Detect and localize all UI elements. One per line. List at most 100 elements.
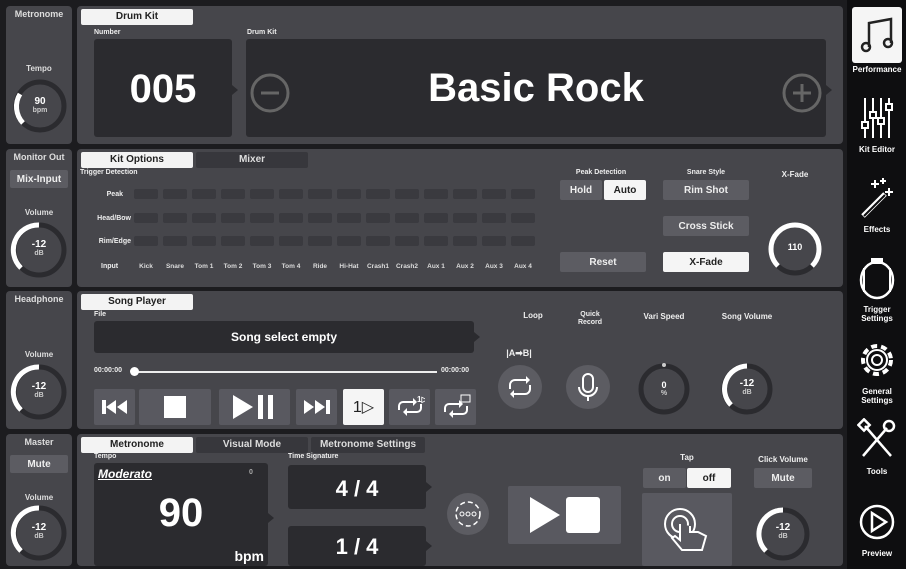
tab-metronome-settings[interactable]: Metronome Settings xyxy=(311,437,425,453)
play-stop-icon xyxy=(529,497,600,533)
sidebar-item-trigger-settings[interactable]: Trigger Settings xyxy=(848,256,906,323)
tab-visual-mode[interactable]: Visual Mode xyxy=(196,437,308,453)
rewind-button[interactable] xyxy=(94,389,135,425)
subdivision-value: 1 / 4 xyxy=(335,534,379,559)
row-label-head-bow: Head/Bow xyxy=(97,215,131,222)
trigger-indicator xyxy=(221,236,245,246)
trigger-indicator xyxy=(192,236,216,246)
play-pause-button[interactable] xyxy=(219,389,290,425)
headphone-volume-knob[interactable]: -12 dB xyxy=(8,361,70,423)
master-mute-button[interactable]: Mute xyxy=(10,455,68,473)
prev-kit-button[interactable] xyxy=(249,72,291,114)
trigger-indicator xyxy=(337,213,361,223)
input-label-item: Tom 1 xyxy=(194,263,214,270)
x-fade-knob[interactable]: 110 xyxy=(765,219,825,279)
rim-shot-button[interactable]: Rim Shot xyxy=(663,180,749,200)
trigger-indicator xyxy=(163,213,187,223)
magic-wand-icon xyxy=(861,178,893,218)
rhythm-pattern-icon xyxy=(447,493,489,535)
tempo-display[interactable]: Moderato 0 90 bpm xyxy=(94,463,268,566)
tap-on-button[interactable]: on xyxy=(643,468,686,488)
sidebar-item-general-settings[interactable]: General Settings xyxy=(848,338,906,405)
auto-button[interactable]: Auto xyxy=(604,180,646,200)
quick-record-button[interactable] xyxy=(564,363,612,411)
vari-speed-knob[interactable]: 0 % xyxy=(635,360,693,418)
cross-stick-button[interactable]: Cross Stick xyxy=(663,216,749,236)
volume-value: -12 xyxy=(31,381,47,392)
trigger-indicator xyxy=(424,189,448,199)
kit-name-display: Basic Rock xyxy=(246,39,826,137)
drum-icon xyxy=(859,258,895,300)
trigger-indicator xyxy=(395,189,419,199)
monitor-volume-knob[interactable]: -12 dB xyxy=(8,219,70,281)
stop-button[interactable] xyxy=(139,389,211,425)
hold-button[interactable]: Hold xyxy=(560,180,602,200)
kit-number-display[interactable]: 005 xyxy=(94,39,232,137)
repeat-one-button[interactable]: 1▷ xyxy=(389,389,430,425)
row-label-rim-edge: Rim/Edge xyxy=(98,238,131,245)
time-signature-display[interactable]: 4 / 4 xyxy=(288,465,426,509)
trigger-indicator xyxy=(366,236,390,246)
song-progress-slider[interactable] xyxy=(130,367,437,376)
tab-song-player[interactable]: Song Player xyxy=(81,294,193,310)
tap-button[interactable] xyxy=(642,493,732,566)
trigger-indicator xyxy=(366,213,390,223)
click-volume-knob[interactable]: -12 dB xyxy=(753,504,813,564)
trigger-indicator xyxy=(511,189,535,199)
metronome-play-button[interactable] xyxy=(508,486,621,544)
tap-off-button[interactable]: off xyxy=(687,468,731,488)
next-kit-button[interactable] xyxy=(781,72,823,114)
trigger-indicator xyxy=(250,189,274,199)
svg-text:1▷: 1▷ xyxy=(417,395,425,404)
panel-title: Metronome xyxy=(14,9,64,19)
song-volume-knob[interactable]: -12 dB xyxy=(718,360,776,418)
pattern-button[interactable] xyxy=(445,491,491,537)
time-signature-value: 4 / 4 xyxy=(335,476,379,501)
loop-button[interactable] xyxy=(496,363,544,411)
input-label-item: Tom 2 xyxy=(223,263,243,270)
sidebar-item-effects[interactable]: Effects xyxy=(848,176,906,234)
metronome-side-panel: Metronome Tempo 90 bpm xyxy=(6,6,72,144)
play-circle-icon xyxy=(859,504,895,540)
trigger-indicator xyxy=(453,236,477,246)
tab-mixer[interactable]: Mixer xyxy=(196,152,308,168)
sidebar-item-performance[interactable]: Performance xyxy=(848,7,906,74)
single-play-button[interactable]: 1▷ xyxy=(343,389,384,425)
trigger-indicator xyxy=(279,236,303,246)
music-note-icon xyxy=(860,17,894,53)
fast-forward-button[interactable] xyxy=(296,389,337,425)
tab-drum-kit[interactable]: Drum Kit xyxy=(81,9,193,25)
microphone-icon xyxy=(566,365,610,409)
x-fade-button[interactable]: X-Fade xyxy=(663,252,749,272)
master-volume-knob[interactable]: -12 dB xyxy=(8,502,70,564)
x-fade-label: X-Fade xyxy=(781,170,809,179)
kit-options-panel: Kit Options Mixer Trigger Detection Peak… xyxy=(77,149,843,287)
repeat-folder-button[interactable] xyxy=(435,389,476,425)
mix-input-button[interactable]: Mix-Input xyxy=(10,170,68,188)
click-mute-button[interactable]: Mute xyxy=(754,468,812,488)
panel-title: Monitor Out xyxy=(13,152,65,162)
play-pause-icon xyxy=(232,395,273,419)
tap-hand-icon xyxy=(664,507,708,551)
sidebar-item-preview[interactable]: Preview xyxy=(848,500,906,558)
sidebar-label: Performance xyxy=(852,65,902,74)
reset-button[interactable]: Reset xyxy=(560,252,646,272)
time-start: 00:00:00 xyxy=(94,367,123,374)
trigger-indicator xyxy=(134,213,158,223)
tab-kit-options[interactable]: Kit Options xyxy=(81,152,193,168)
trigger-indicator xyxy=(424,236,448,246)
tempo-knob[interactable]: 90 bpm xyxy=(10,76,70,136)
sidebar-item-tools[interactable]: Tools xyxy=(848,417,906,476)
song-name: Song select empty xyxy=(230,330,338,344)
song-select-display[interactable]: Song select empty xyxy=(94,321,474,353)
tap-label: Tap xyxy=(680,453,694,462)
input-label-item: Aux 4 xyxy=(514,263,532,270)
trigger-indicator xyxy=(221,213,245,223)
arrow-icon xyxy=(268,513,274,523)
peak-detection-label: Peak Detection xyxy=(575,169,627,176)
plus-circle-icon xyxy=(782,73,822,113)
tab-metronome[interactable]: Metronome xyxy=(81,437,193,453)
subdivision-display[interactable]: 1 / 4 xyxy=(288,526,426,566)
sidebar-item-kit-editor[interactable]: Kit Editor xyxy=(848,96,906,154)
trigger-indicator xyxy=(453,189,477,199)
